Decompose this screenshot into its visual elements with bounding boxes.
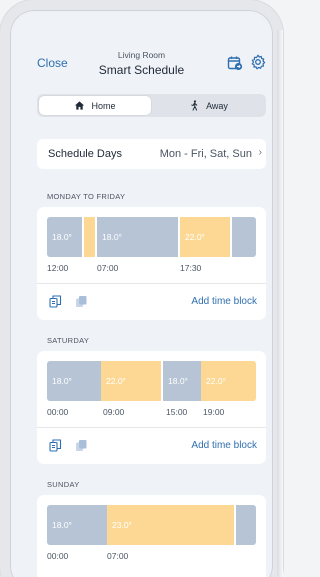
time-tick: 07:00 [107,551,129,561]
schedule-days-row[interactable]: Schedule Days Mon - Fri, Sat, Sun › [37,139,266,169]
time-block[interactable]: 22.0° [180,217,230,257]
calendar-icon[interactable] [227,55,243,71]
schedule-days-label: Schedule Days [48,148,122,160]
copy-icon[interactable] [49,439,62,452]
tab-away-label: Away [206,100,228,111]
saturday-schedule-card: 18.0° 22.0° 18.0° 22.0° 00:00 09:00 15:0… [37,351,266,464]
time-block[interactable]: 22.0° [201,361,256,401]
phone-edge [277,30,283,577]
section-label-sunday: SUNDAY [47,480,80,489]
divider [37,427,266,428]
gear-icon[interactable] [250,54,266,70]
sunday-timeline: 18.0° 23.0° [47,505,256,545]
weekday-timeline: 18.0° 18.0° 22.0° [47,217,256,257]
chevron-right-icon: › [258,147,262,158]
time-block[interactable]: 22.0° [101,361,161,401]
time-tick: 12:00 [47,263,69,273]
time-block[interactable]: 23.0° [107,505,234,545]
header: Close Living Room Smart Schedule [12,12,271,92]
home-icon [75,101,85,110]
time-block[interactable]: 18.0° [163,361,201,401]
add-time-block-button[interactable]: Add time block [191,440,257,451]
paste-icon[interactable] [75,439,88,452]
time-block[interactable] [84,217,95,257]
add-time-block-button[interactable]: Add time block [191,296,257,307]
app-screen: Close Living Room Smart Schedule Home Aw… [12,12,271,577]
time-block[interactable]: 18.0° [97,217,178,257]
weekday-schedule-card: 18.0° 18.0° 22.0° 12:00 07:00 17:30 Add … [37,207,266,320]
time-block[interactable]: 18.0° [47,217,82,257]
tab-home[interactable]: Home [39,96,151,115]
mode-segmented-control: Home Away [37,94,266,117]
time-block[interactable]: 18.0° [47,361,101,401]
time-block[interactable] [232,217,256,257]
tab-away[interactable]: Away [153,96,264,115]
section-label-saturday: SATURDAY [47,336,90,345]
time-tick: 19:00 [203,407,225,417]
time-tick: 07:00 [97,263,119,273]
saturday-timeline: 18.0° 22.0° 18.0° 22.0° [47,361,256,401]
time-tick: 09:00 [103,407,125,417]
tab-home-label: Home [91,100,116,111]
section-label-weekdays: MONDAY TO FRIDAY [47,192,126,201]
schedule-days-value: Mon - Fri, Sat, Sun [159,148,252,160]
time-tick: 17:30 [180,263,202,273]
divider [37,283,266,284]
time-block[interactable]: 18.0° [47,505,107,545]
paste-icon[interactable] [75,295,88,308]
time-tick: 15:00 [166,407,188,417]
sunday-schedule-card: 18.0° 23.0° 00:00 07:00 [37,495,266,577]
time-block[interactable] [236,505,256,545]
walking-person-icon [191,100,198,111]
time-tick: 00:00 [47,407,69,417]
time-tick: 00:00 [47,551,69,561]
copy-icon[interactable] [49,295,62,308]
